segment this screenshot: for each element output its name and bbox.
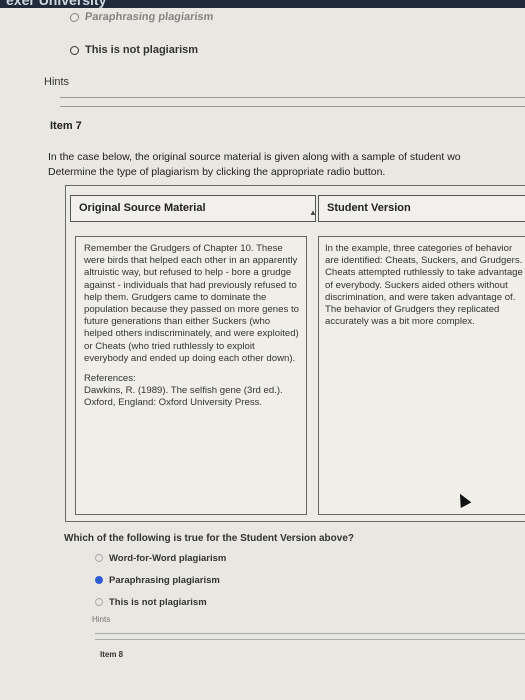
column-header-label: Student Version [327,202,411,214]
choice-label: Paraphrasing plagiarism [109,575,220,586]
radio-icon[interactable] [95,598,103,607]
original-source-cell: Remember the Grudgers of Chapter 10. The… [75,236,307,515]
instruction-line: In the case below, the original source m… [48,151,461,163]
hints-link[interactable]: Hints [44,76,69,88]
column-header-student[interactable]: Student Version [318,195,525,222]
reference-text: Dawkins, R. (1989). The selfish gene (3r… [84,385,283,409]
divider [60,106,525,107]
radio-icon[interactable] [95,554,103,563]
site-title: exer University [6,0,107,8]
hints-link[interactable]: Hints [92,615,110,624]
choice-label: Word-for-Word plagiarism [109,553,227,564]
radio-icon[interactable] [69,12,80,22]
student-text: In the example, three categories of beha… [325,243,523,328]
sort-icon[interactable]: ▲ [309,204,317,221]
item-heading: Item 7 [50,120,82,132]
prev-option-paraphrasing[interactable]: Paraphrasing plagiarism [69,11,214,23]
choice-not-plagiarism[interactable]: This is not plagiarism [95,597,207,608]
choice-paraphrasing[interactable]: Paraphrasing plagiarism [95,575,220,586]
prev-option-label: Paraphrasing plagiarism [84,11,215,23]
radio-selected-icon[interactable] [95,576,103,585]
divider [60,97,525,98]
divider [95,639,525,640]
column-header-original[interactable]: Original Source Material ▲ [70,195,317,222]
choice-word-for-word[interactable]: Word-for-Word plagiarism [95,553,226,564]
radio-icon[interactable] [70,45,79,55]
column-header-label: Original Source Material [79,202,206,214]
choice-label: This is not plagiarism [109,597,207,608]
instruction-line: Determine the type of plagiarism by clic… [48,166,386,178]
question-text: Which of the following is true for the S… [64,533,355,544]
prev-option-label: This is not plagiarism [85,44,199,56]
item-heading: Item 8 [100,650,124,659]
references-label: References: [84,373,136,385]
prev-option-not-plagiarism[interactable]: This is not plagiarism [70,44,198,56]
top-bar: exer University [0,0,525,8]
student-version-cell: In the example, three categories of beha… [318,236,525,515]
instructions: In the case below, the original source m… [48,150,525,180]
divider [95,633,525,634]
original-text: Remember the Grudgers of Chapter 10. The… [84,243,299,364]
